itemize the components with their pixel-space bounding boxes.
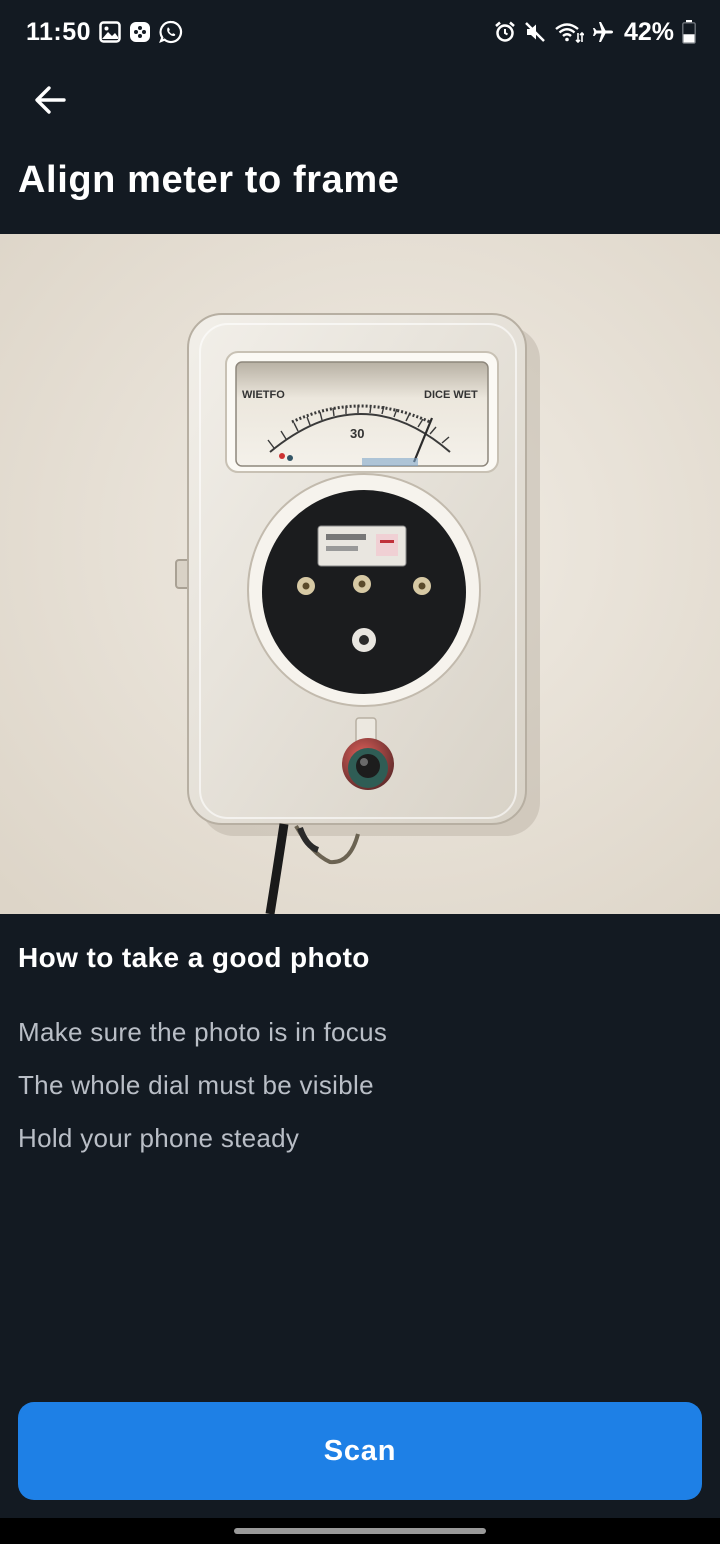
battery-percentage: 42%	[623, 17, 674, 46]
status-left: 11:50	[26, 18, 183, 47]
dial-right-text: DICE WET	[424, 389, 478, 401]
gallery-icon	[99, 21, 121, 43]
home-indicator[interactable]	[234, 1528, 486, 1534]
tips-title: How to take a good photo	[18, 942, 370, 973]
status-bar: 11:50 42%	[0, 0, 720, 64]
tip-item: Make sure the photo is in focus	[18, 1017, 388, 1047]
status-time: 11:50	[26, 17, 92, 46]
whatsapp-icon	[159, 20, 183, 44]
game-icon	[129, 21, 151, 43]
dial-reading: 30	[350, 426, 364, 441]
tips-list: Make sure the photo is in focus The whol…	[18, 1012, 387, 1171]
scan-button[interactable]: Scan	[18, 1402, 702, 1500]
tip-item: The whole dial must be visible	[18, 1070, 374, 1100]
dial-left-text: WIETFO	[242, 389, 285, 401]
navigation-bar	[0, 1518, 720, 1544]
back-button[interactable]	[24, 76, 76, 124]
airplane-mode-icon	[592, 21, 614, 43]
status-right: 42%	[494, 18, 696, 47]
wifi-icon	[554, 21, 584, 43]
page-title: Align meter to frame	[18, 159, 400, 201]
alarm-icon	[494, 21, 516, 43]
tip-item: Hold your phone steady	[18, 1123, 300, 1153]
arrow-left-icon	[35, 86, 66, 114]
screen: 11:50 42% Align meter to frame WIETFO DI…	[0, 0, 720, 1544]
meter-photo: WIETFO DICE WET 30	[0, 234, 720, 914]
battery-icon	[682, 20, 696, 44]
mute-icon	[524, 21, 546, 43]
